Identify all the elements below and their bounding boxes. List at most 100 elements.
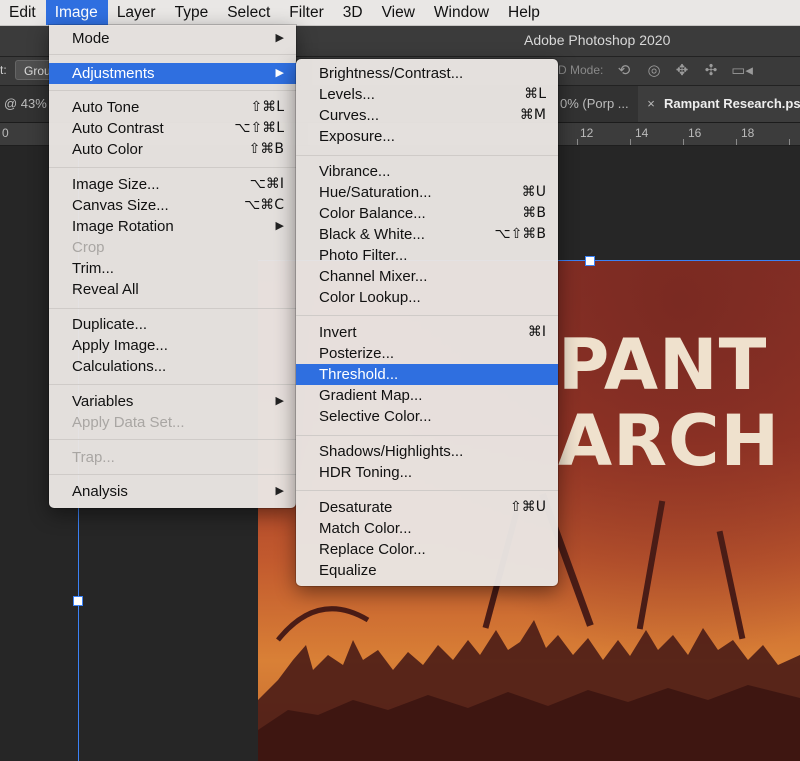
- menu-item-label: Gradient Map...: [319, 387, 423, 404]
- menu-item-label: Auto Contrast: [72, 120, 164, 137]
- menu-item-auto-contrast[interactable]: Auto Contrast ⌥⇧⌘L: [49, 118, 296, 139]
- menu-item-adjustments[interactable]: Adjustments ▶: [49, 63, 296, 84]
- menu-item-brightness-contrast[interactable]: Brightness/Contrast...: [296, 63, 558, 84]
- menu-item-trim[interactable]: Trim...: [49, 258, 296, 279]
- app-title: Adobe Photoshop 2020: [524, 32, 671, 48]
- menu-item-label: Image Size...: [72, 176, 160, 193]
- menu-separator: [49, 167, 296, 168]
- tab-document-left[interactable]: @ 43%: [0, 86, 52, 122]
- menu-shortcut: ⌥⇧⌘B: [494, 226, 546, 242]
- menu-item-selective-color[interactable]: Selective Color...: [296, 406, 558, 427]
- slide-icon[interactable]: ✣: [702, 62, 720, 80]
- menu-item-levels[interactable]: Levels... ⌘L: [296, 84, 558, 105]
- menu-separator: [296, 435, 558, 436]
- menu-item-label: Image Rotation: [72, 218, 174, 235]
- menu-item-canvas-size[interactable]: Canvas Size... ⌥⌘C: [49, 195, 296, 216]
- menu-item-shadows-highlights[interactable]: Shadows/Highlights...: [296, 441, 558, 462]
- menu-window[interactable]: Window: [425, 0, 499, 25]
- ruler-number: 16: [688, 126, 702, 140]
- menu-edit[interactable]: Edit: [0, 0, 46, 25]
- menu-item-color-balance[interactable]: Color Balance... ⌘B: [296, 203, 558, 224]
- close-tab-icon[interactable]: ×: [638, 86, 664, 122]
- menu-shortcut: ⌥⌘C: [244, 197, 284, 213]
- roll-icon[interactable]: ◎: [645, 62, 663, 80]
- menu-item-variables[interactable]: Variables ▶: [49, 391, 296, 412]
- menu-shortcut: ⌘M: [519, 107, 546, 123]
- submenu-arrow-icon: ▶: [275, 220, 284, 232]
- menu-item-apply-image[interactable]: Apply Image...: [49, 335, 296, 356]
- 3d-mode-label: D Mode:: [558, 63, 604, 77]
- menu-view[interactable]: View: [373, 0, 425, 25]
- menu-item-hdr-toning[interactable]: HDR Toning...: [296, 462, 558, 483]
- menu-item-label: Trap...: [72, 449, 115, 466]
- menu-item-label: Channel Mixer...: [319, 268, 428, 285]
- menu-item-duplicate[interactable]: Duplicate...: [49, 314, 296, 335]
- tab-document-porp[interactable]: 0% (Porp ...: [560, 86, 638, 122]
- menu-item-label: Exposure...: [319, 128, 395, 145]
- menu-item-mode[interactable]: Mode ▶: [49, 28, 296, 49]
- menu-layer[interactable]: Layer: [108, 0, 166, 25]
- menu-item-desaturate[interactable]: Desaturate ⇧⌘U: [296, 497, 558, 518]
- menu-3d[interactable]: 3D: [334, 0, 373, 25]
- menu-item-calculations[interactable]: Calculations...: [49, 356, 296, 377]
- adjustments-submenu: Brightness/Contrast... Levels... ⌘L Curve…: [296, 59, 558, 586]
- menu-shortcut: ⌘U: [521, 184, 546, 200]
- poster-headline-line1: PANT: [558, 324, 768, 406]
- ruler-tick: [577, 139, 578, 145]
- menu-item-black-white[interactable]: Black & White... ⌥⇧⌘B: [296, 224, 558, 245]
- menu-item-label: Brightness/Contrast...: [319, 65, 464, 82]
- transform-handle-top[interactable]: [585, 256, 595, 266]
- submenu-arrow-icon: ▶: [275, 32, 284, 44]
- menu-item-label: Color Balance...: [319, 205, 426, 222]
- menu-separator: [49, 439, 296, 440]
- menu-image[interactable]: Image: [45, 0, 108, 25]
- menu-item-gradient-map[interactable]: Gradient Map...: [296, 385, 558, 406]
- menu-item-label: Analysis: [72, 483, 128, 500]
- menu-item-photo-filter[interactable]: Photo Filter...: [296, 245, 558, 266]
- menu-item-reveal-all[interactable]: Reveal All: [49, 279, 296, 300]
- menu-item-trap: Trap...: [49, 447, 296, 468]
- menu-filter[interactable]: Filter: [280, 0, 333, 25]
- menu-item-label: Auto Color: [72, 141, 143, 158]
- pan-icon[interactable]: ✥: [673, 62, 691, 80]
- menu-shortcut: ⌘I: [527, 324, 546, 340]
- menu-help[interactable]: Help: [499, 0, 550, 25]
- submenu-arrow-icon: ▶: [275, 485, 284, 497]
- menu-item-label: Reveal All: [72, 281, 139, 298]
- menu-item-label: Canvas Size...: [72, 197, 169, 214]
- menu-item-auto-color[interactable]: Auto Color ⇧⌘B: [49, 139, 296, 160]
- orbit-icon[interactable]: ⟲: [615, 62, 633, 80]
- menu-item-label: Auto Tone: [72, 99, 140, 116]
- menu-type[interactable]: Type: [166, 0, 219, 25]
- menu-item-label: Color Lookup...: [319, 289, 421, 306]
- menu-item-channel-mixer[interactable]: Channel Mixer...: [296, 266, 558, 287]
- menu-item-vibrance[interactable]: Vibrance...: [296, 161, 558, 182]
- menu-item-exposure[interactable]: Exposure...: [296, 126, 558, 147]
- menu-item-equalize[interactable]: Equalize: [296, 560, 558, 581]
- menu-separator: [296, 490, 558, 491]
- ruler-tick: [630, 139, 631, 145]
- menu-item-posterize[interactable]: Posterize...: [296, 343, 558, 364]
- tab-rampant-research[interactable]: × Rampant Research.ps: [638, 86, 800, 122]
- menu-item-replace-color[interactable]: Replace Color...: [296, 539, 558, 560]
- video-camera-icon[interactable]: ▭◂: [731, 62, 753, 80]
- menu-select[interactable]: Select: [218, 0, 280, 25]
- submenu-arrow-icon: ▶: [275, 395, 284, 407]
- menu-item-crop: Crop: [49, 237, 296, 258]
- menu-item-hue-saturation[interactable]: Hue/Saturation... ⌘U: [296, 182, 558, 203]
- menu-item-label: Posterize...: [319, 345, 395, 362]
- menu-item-match-color[interactable]: Match Color...: [296, 518, 558, 539]
- menu-item-label: Selective Color...: [319, 408, 432, 425]
- menu-item-invert[interactable]: Invert ⌘I: [296, 322, 558, 343]
- menu-item-image-rotation[interactable]: Image Rotation ▶: [49, 216, 296, 237]
- transform-handle-left[interactable]: [73, 596, 83, 606]
- menu-item-auto-tone[interactable]: Auto Tone ⇧⌘L: [49, 97, 296, 118]
- menu-item-image-size[interactable]: Image Size... ⌥⌘I: [49, 174, 296, 195]
- menu-item-color-lookup[interactable]: Color Lookup...: [296, 287, 558, 308]
- menu-item-analysis[interactable]: Analysis ▶: [49, 481, 296, 502]
- menu-item-label: Threshold...: [319, 366, 399, 383]
- menu-item-curves[interactable]: Curves... ⌘M: [296, 105, 558, 126]
- ruler-number: 18: [741, 126, 755, 140]
- menu-item-label: Replace Color...: [319, 541, 426, 558]
- menu-item-threshold[interactable]: Threshold...: [296, 364, 558, 385]
